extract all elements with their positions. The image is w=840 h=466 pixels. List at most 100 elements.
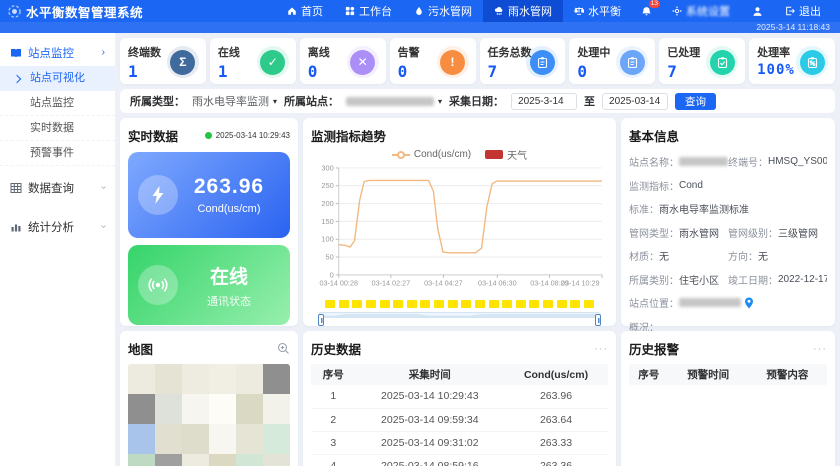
table-row[interactable]: 22025-03-14 09:59:34263.64	[311, 408, 608, 431]
map-tile	[182, 394, 209, 424]
realtime-value: 263.96	[194, 175, 264, 199]
table-row[interactable]: 32025-03-14 09:31:02263.33	[311, 431, 608, 454]
trend-chart[interactable]: 05010015020025030003-14 00:2803-14 02:27…	[311, 162, 608, 298]
sidebar-item-alert-events[interactable]: 预警事件	[0, 141, 115, 166]
zoom-in-icon[interactable]	[277, 342, 290, 355]
table-row[interactable]: 42025-03-14 08:59:16263.36	[311, 454, 608, 466]
more-icon[interactable]: ···	[594, 345, 608, 353]
map-tile	[236, 394, 263, 424]
redacted-station-name	[679, 157, 728, 166]
user-avatar[interactable]	[741, 0, 774, 22]
chart-legend: Cond(us/cm) 天气	[311, 147, 608, 162]
map-tile	[263, 424, 290, 454]
weather-sunny-icon	[366, 300, 376, 308]
map-tile	[155, 394, 182, 424]
location-pin-icon[interactable]	[744, 297, 754, 309]
map-tile	[209, 454, 236, 466]
sidebar: 站点监控 › 站点可视化 站点监控 实时数据 预警事件 数据查询 › 统计分析 …	[0, 33, 115, 466]
datazoom-right-handle[interactable]	[595, 314, 601, 326]
map-tile	[155, 364, 182, 394]
legend-cond[interactable]: Cond(us/cm)	[392, 149, 471, 160]
nav-menu: 首页 工作台 污水管网 雨水管网 水平衡 13 系统设置	[276, 0, 832, 22]
history-panel: 历史数据 ··· 序号 采集时间 Cond(us/cm) 12025-03-14…	[303, 331, 616, 466]
history-title: 历史数据	[311, 339, 361, 358]
map-tile	[209, 364, 236, 394]
svg-text:03-14 00:28: 03-14 00:28	[319, 279, 358, 288]
map-tile	[128, 394, 155, 424]
settings-label: 系统设置	[686, 3, 730, 19]
sidebar-item-station-monitor[interactable]: 站点监控	[0, 91, 115, 116]
svg-text:250: 250	[321, 181, 333, 190]
sidebar-group-data-query[interactable]: 数据查询 ›	[0, 174, 115, 201]
comm-status-card: 在线 通讯状态	[128, 245, 290, 325]
more-icon[interactable]: ···	[813, 345, 827, 353]
current-datetime: 2025-3-14 11:18:43	[756, 22, 830, 32]
map-title: 地图	[128, 339, 153, 358]
map-tile	[182, 454, 209, 466]
alerts-title: 历史报警	[629, 339, 679, 358]
nav-item-workbench[interactable]: 工作台	[334, 0, 403, 22]
clipboard-icon	[620, 50, 645, 75]
datetime-bar: 2025-3-14 11:18:43	[0, 22, 840, 33]
caret-down-icon: ▾	[273, 97, 277, 106]
comm-state: 在线	[210, 262, 248, 289]
weather-sunny-icon	[489, 300, 499, 308]
weather-sunny-icon	[557, 300, 567, 308]
datazoom-slider[interactable]	[319, 312, 600, 318]
nav-item-home[interactable]: 首页	[276, 0, 334, 22]
date-to-input[interactable]	[602, 93, 668, 110]
settings-button[interactable]: 系统设置	[661, 0, 741, 22]
notifications-button[interactable]: 13	[632, 0, 661, 22]
nav-item-sewage-network[interactable]: 污水管网	[403, 0, 483, 22]
map-tile	[236, 454, 263, 466]
sidebar-group-station-monitoring[interactable]: 站点监控 ›	[0, 39, 115, 66]
close-icon: ✕	[350, 50, 375, 75]
map-tile	[182, 364, 209, 394]
logout-button[interactable]: 退出	[774, 0, 832, 22]
top-navbar: 水平衡数智管理系统 首页 工作台 污水管网 雨水管网 水平衡 13 系统设置	[0, 0, 840, 22]
map-image[interactable]	[128, 364, 290, 466]
datazoom-left-handle[interactable]	[318, 314, 324, 326]
rain-network-icon	[494, 6, 504, 16]
logout-icon	[785, 6, 795, 16]
map-tile	[182, 424, 209, 454]
map-tile	[263, 454, 290, 466]
search-button[interactable]: 查询	[675, 93, 716, 110]
chevron-down-icon: ›	[98, 186, 109, 189]
stat-card-alarm: 告警 0 !	[390, 38, 476, 84]
filter-bar: 所属类型： 雨水电导率监测 ▾ 所属站点： ▾ 采集日期： 至 查询	[120, 89, 835, 113]
sidebar-item-station-visualization[interactable]: 站点可视化	[0, 66, 115, 91]
realtime-panel: 实时数据 2025-03-14 10:29:43 263.96 Cond(us/…	[120, 118, 298, 326]
svg-text:03-14 04:27: 03-14 04:27	[424, 279, 463, 288]
alerts-table: 序号 预警时间 预警内容	[629, 364, 827, 385]
trend-panel: 监测指标趋势 Cond(us/cm) 天气 050100150200250300…	[303, 118, 616, 326]
clipboard-check-icon	[710, 50, 735, 75]
person-icon	[752, 6, 763, 17]
stat-card-processing: 处理中 0	[569, 38, 655, 84]
nav-item-rain-network[interactable]: 雨水管网	[483, 0, 563, 22]
svg-text:200: 200	[321, 199, 333, 208]
stats-row: 终端数 1 Σ 在线 1 ✓ 离线 0 ✕ 告警 0 ! 任务总数 7	[120, 38, 835, 84]
chevron-right-icon: ›	[102, 47, 105, 58]
svg-text:300: 300	[321, 163, 333, 172]
caret-down-icon: ▾	[438, 97, 442, 106]
realtime-timestamp: 2025-03-14 10:29:43	[216, 131, 290, 140]
sidebar-item-realtime-data[interactable]: 实时数据	[0, 116, 115, 141]
weather-sunny-icon	[502, 300, 512, 308]
map-tile	[236, 424, 263, 454]
weather-sunny-icon	[352, 300, 362, 308]
app-logo-icon	[8, 5, 21, 18]
station-select[interactable]: ▾	[346, 97, 442, 106]
svg-text:150: 150	[321, 217, 333, 226]
table-row[interactable]: 12025-03-14 10:29:43263.96	[311, 385, 608, 408]
nav-item-water-balance[interactable]: 水平衡	[563, 0, 632, 22]
bar-chart-icon	[10, 221, 22, 233]
lightning-icon	[138, 175, 178, 215]
sidebar-group-statistics[interactable]: 统计分析 ›	[0, 213, 115, 240]
type-select[interactable]: 雨水电导率监测 ▾	[192, 93, 277, 109]
exclamation-icon: !	[440, 50, 465, 75]
weather-sunny-icon	[529, 300, 539, 308]
date-from-input[interactable]	[511, 93, 577, 110]
check-icon: ✓	[260, 50, 285, 75]
legend-weather[interactable]: 天气	[485, 147, 527, 162]
